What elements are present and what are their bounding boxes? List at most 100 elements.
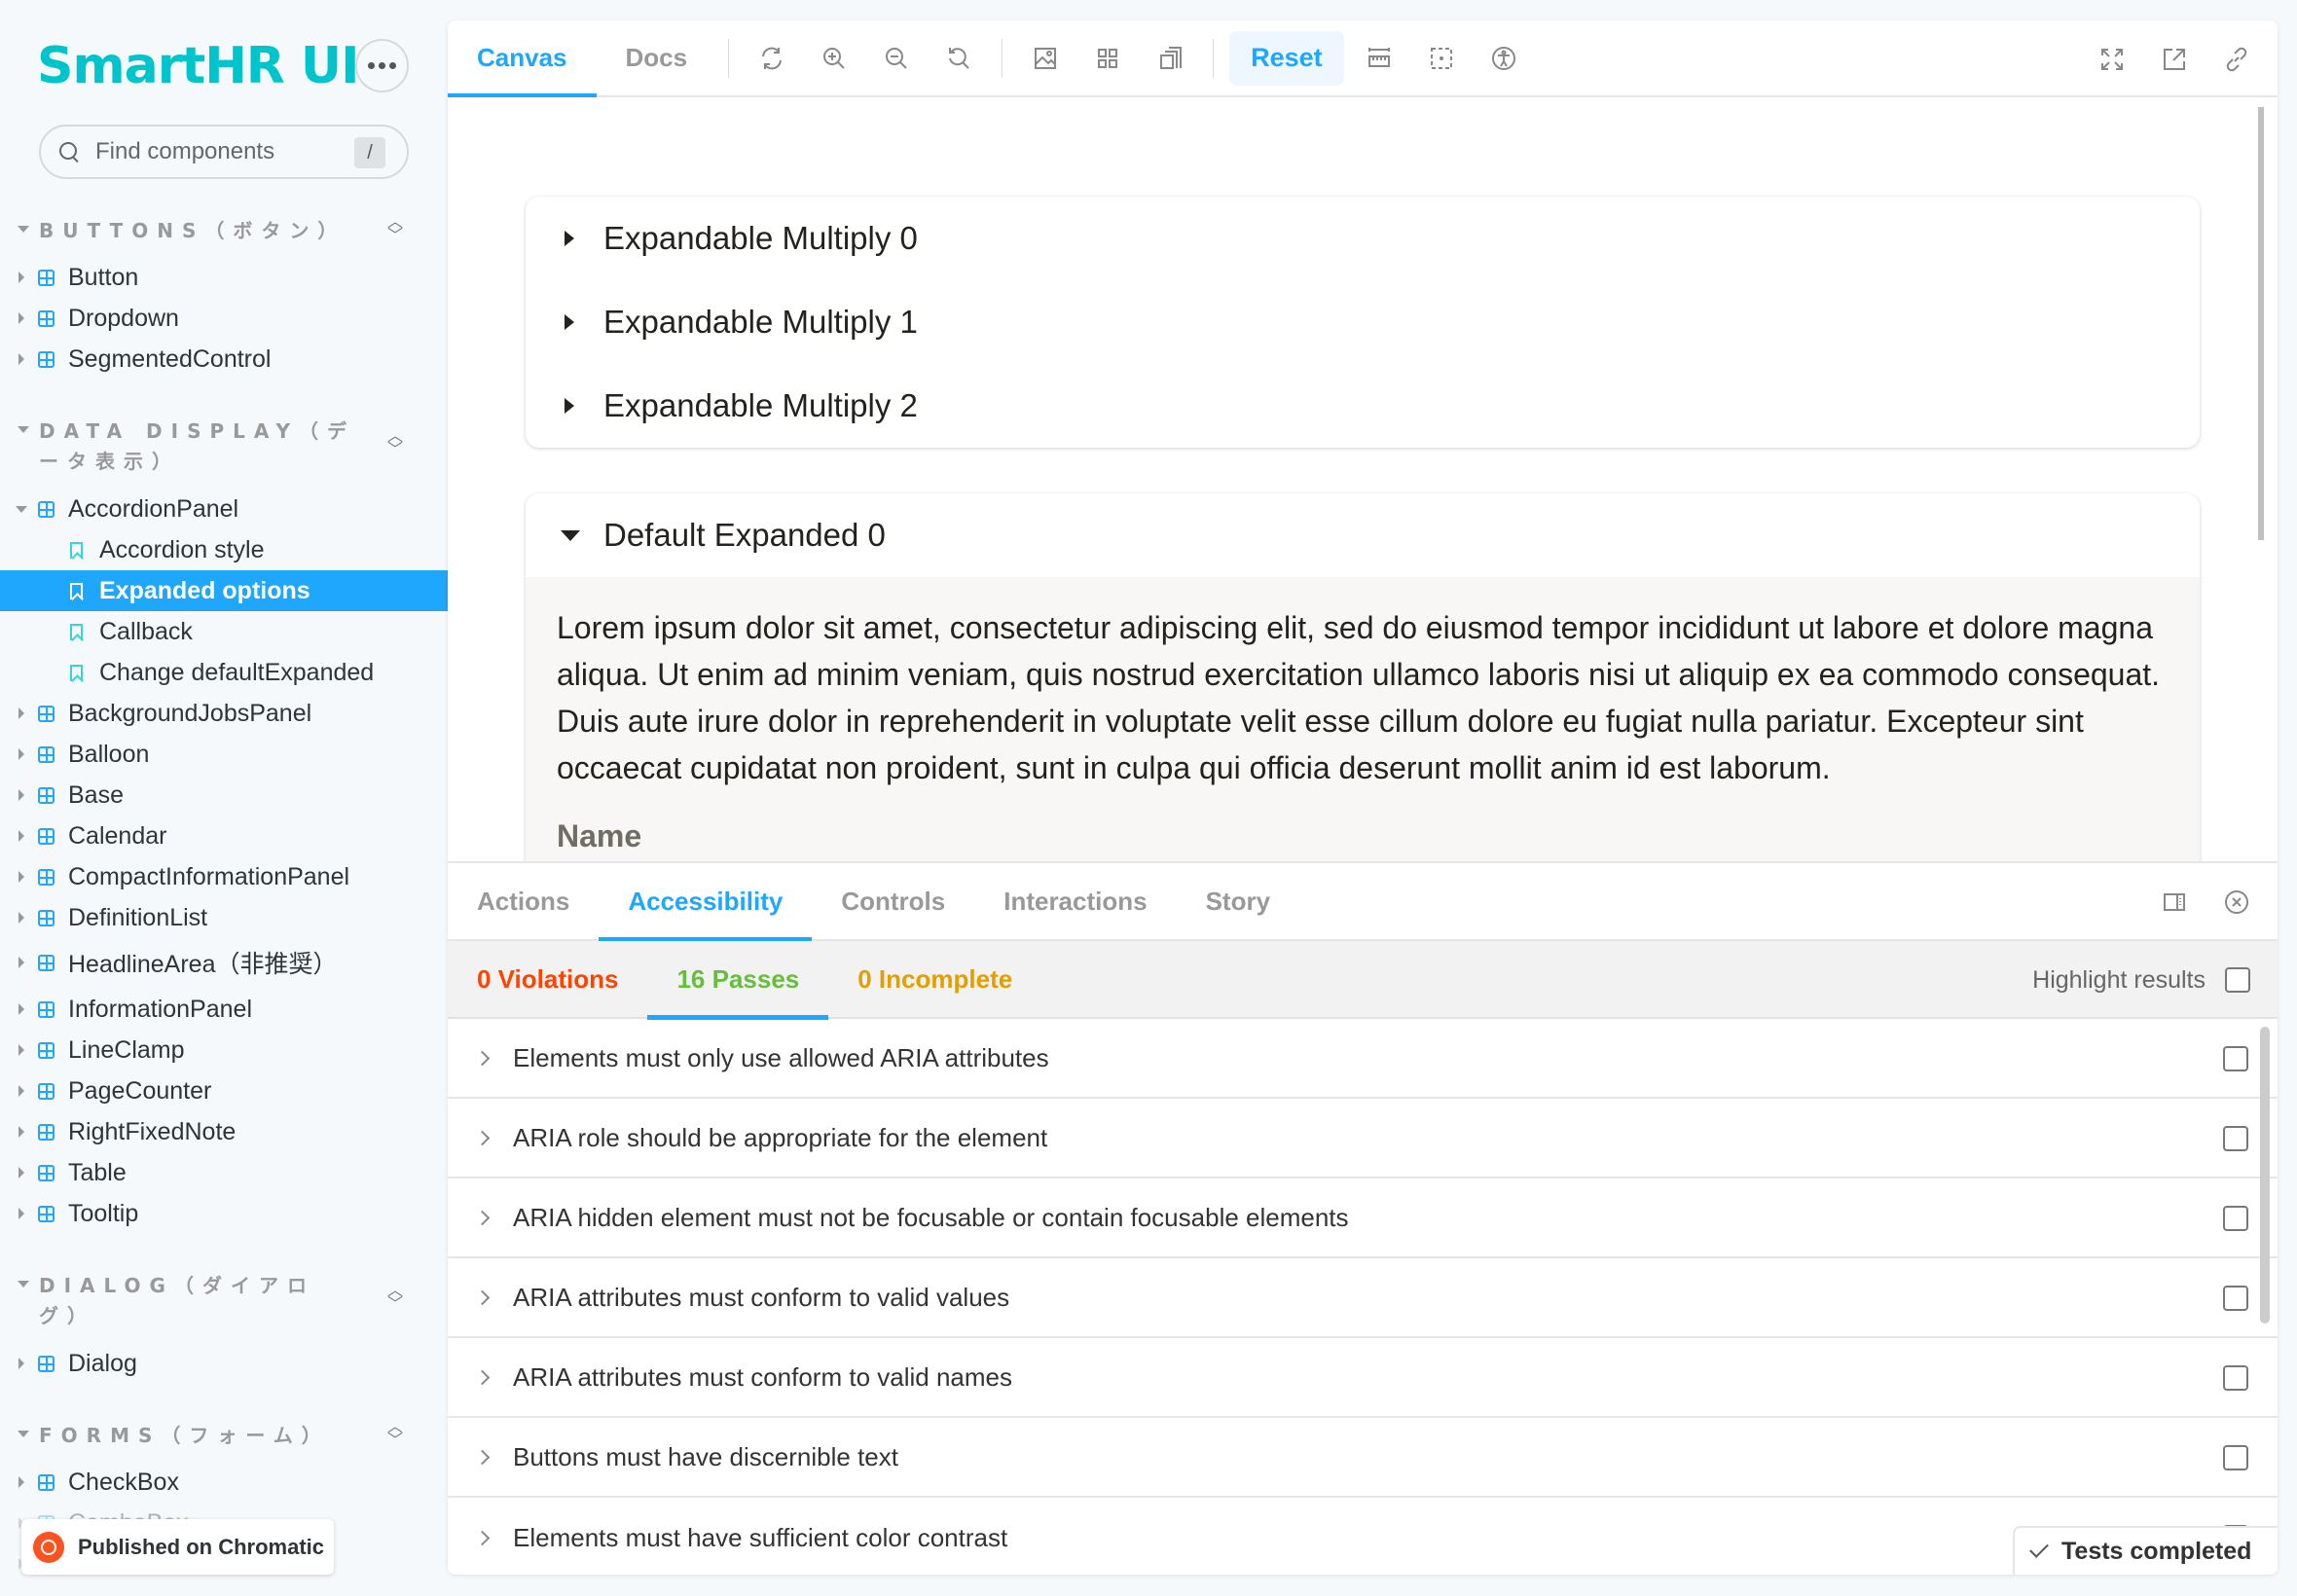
sidebar-item-compactinformationpanel[interactable]: CompactInformationPanel <box>0 856 448 897</box>
addons-scrollbar[interactable] <box>2260 1027 2270 1324</box>
panel-orientation-button[interactable] <box>2143 863 2206 940</box>
zoom-reset-button[interactable] <box>928 20 990 96</box>
fullscreen-icon <box>2101 48 2123 70</box>
caret-right-icon <box>18 353 24 365</box>
expand-collapse-icon[interactable]: ︿ ﹀ <box>385 1420 405 1452</box>
accessibility-button[interactable] <box>1473 20 1535 96</box>
rule-checkbox[interactable] <box>2223 1046 2248 1071</box>
rule-checkbox[interactable] <box>2223 1126 2248 1151</box>
rule-row[interactable]: Elements must only use allowed ARIA attr… <box>448 1019 2278 1099</box>
toolbar-divider <box>1002 38 1003 78</box>
sidebar-item-accordionpanel[interactable]: AccordionPanel <box>0 489 448 529</box>
caret-right-icon <box>18 1208 24 1219</box>
rule-label: Elements must only use allowed ARIA attr… <box>513 1042 1049 1072</box>
caret-right-icon <box>18 957 24 968</box>
sidebar-item-dialog[interactable]: Dialog <box>0 1343 448 1384</box>
open-new-tab-button[interactable] <box>2143 20 2206 97</box>
rule-checkbox[interactable] <box>2223 1206 2248 1231</box>
tab-canvas[interactable]: Canvas <box>448 20 597 98</box>
rule-row[interactable]: ARIA attributes must conform to valid na… <box>448 1338 2278 1418</box>
sidebar-item-checkbox[interactable]: CheckBox <box>0 1462 448 1503</box>
rule-row[interactable]: ARIA attributes must conform to valid va… <box>448 1258 2278 1338</box>
sidebar-item-lineclamp[interactable]: LineClamp <box>0 1030 448 1070</box>
grid-button[interactable] <box>1076 20 1139 96</box>
rule-row[interactable]: ARIA role should be appropriate for the … <box>448 1099 2278 1179</box>
highlight-results-toggle[interactable]: Highlight results <box>2032 941 2250 1019</box>
accordion-title: Expandable Multiply 2 <box>603 387 918 423</box>
accordion-item-multiply-0[interactable]: Expandable Multiply 0 <box>526 197 2200 280</box>
group-header-dialog[interactable]: DIALOG（ダイアログ） ︿ ﹀ <box>18 1271 426 1331</box>
rule-checkbox[interactable] <box>2223 1365 2248 1391</box>
tab-passes[interactable]: 16 Passes <box>647 940 829 1020</box>
highlight-checkbox[interactable] <box>2225 967 2250 993</box>
tab-interactions[interactable]: Interactions <box>974 862 1176 940</box>
zoom-out-icon <box>886 47 907 69</box>
sidebar-item-dropdown[interactable]: Dropdown <box>0 298 448 339</box>
sidebar-item-calendar[interactable]: Calendar <box>0 816 448 856</box>
measure-button[interactable] <box>1410 20 1473 96</box>
sidebar-item-tooltip[interactable]: Tooltip <box>0 1193 448 1234</box>
close-panel-button[interactable] <box>2206 863 2268 940</box>
background-button[interactable] <box>1014 20 1076 96</box>
tab-controls[interactable]: Controls <box>812 862 974 940</box>
copy-link-button[interactable] <box>2206 20 2268 97</box>
sidebar-item-button[interactable]: Button <box>0 257 448 298</box>
accordion-item-multiply-1[interactable]: Expandable Multiply 1 <box>526 280 2200 364</box>
outline-icon <box>1160 46 1183 69</box>
sidebar-item-pagecounter[interactable]: PageCounter <box>0 1070 448 1111</box>
expand-collapse-icon[interactable]: ︿ ﹀ <box>385 215 405 247</box>
group-header-data-display[interactable]: DATA DISPLAY（データ表示） ︿ ﹀ <box>18 417 426 477</box>
sidebar-item-headlinearea[interactable]: HeadlineArea（非推奨） <box>0 942 448 983</box>
group-header-forms[interactable]: FORMS（フォーム） ︿ ﹀ <box>18 1420 426 1452</box>
ruler-button[interactable] <box>1348 20 1410 96</box>
accordion-item-default-expanded-0[interactable]: Default Expanded 0 <box>526 493 2200 577</box>
sidebar-item-segmentedcontrol[interactable]: SegmentedControl <box>0 339 448 380</box>
expand-collapse-icon[interactable]: ︿ ﹀ <box>385 1284 405 1316</box>
outline-button[interactable] <box>1139 20 1201 96</box>
expand-collapse-icon[interactable]: ︿ ﹀ <box>385 429 405 461</box>
chromatic-badge[interactable]: Published on Chromatic <box>21 1519 334 1575</box>
component-icon <box>38 1000 55 1018</box>
tab-incomplete[interactable]: 0 Incomplete <box>828 940 1041 1018</box>
canvas-scrollbar[interactable] <box>2258 107 2264 540</box>
tab-docs[interactable]: Docs <box>597 20 717 96</box>
bookmark-icon <box>70 582 83 599</box>
rule-row[interactable]: ARIA hidden element must not be focusabl… <box>448 1179 2278 1258</box>
sidebar-item-definitionlist[interactable]: DefinitionList <box>0 897 448 938</box>
search-box[interactable]: / <box>39 125 409 179</box>
zoom-in-button[interactable] <box>803 20 865 96</box>
reload-icon <box>762 47 783 69</box>
toolbar-divider <box>728 38 730 78</box>
rule-row[interactable]: Elements must have sufficient color cont… <box>448 1498 2278 1575</box>
component-icon <box>38 500 55 518</box>
zoom-out-button[interactable] <box>865 20 928 96</box>
rule-checkbox[interactable] <box>2223 1286 2248 1311</box>
item-label: CompactInformationPanel <box>68 862 350 890</box>
item-label: AccordionPanel <box>68 494 239 523</box>
tab-actions[interactable]: Actions <box>448 862 599 940</box>
rule-checkbox[interactable] <box>2223 1445 2248 1470</box>
sidebar-item-table[interactable]: Table <box>0 1152 448 1193</box>
tab-accessibility[interactable]: Accessibility <box>599 862 813 942</box>
reload-button[interactable] <box>741 20 803 96</box>
sidebar-item-balloon[interactable]: Balloon <box>0 734 448 775</box>
sidebar-story-expanded-options[interactable]: Expanded options <box>0 570 448 611</box>
accordion-item-multiply-2[interactable]: Expandable Multiply 2 <box>526 364 2200 448</box>
group-header-buttons[interactable]: BUTTONS（ボタン） ︿ ﹀ <box>18 215 426 247</box>
app-logo[interactable]: SmartHR UI <box>37 37 359 95</box>
item-label: Tooltip <box>68 1199 139 1227</box>
sidebar-item-rightfixednote[interactable]: RightFixedNote <box>0 1111 448 1152</box>
sidebar-item-backgroundjobspanel[interactable]: BackgroundJobsPanel <box>0 693 448 734</box>
tab-violations[interactable]: 0 Violations <box>448 940 647 1018</box>
sidebar-story-accordion-style[interactable]: Accordion style <box>0 529 448 570</box>
sidebar-item-informationpanel[interactable]: InformationPanel <box>0 989 448 1030</box>
reset-button[interactable]: Reset <box>1229 30 1344 86</box>
sidebar-story-change-defaultexpanded[interactable]: Change defaultExpanded <box>0 652 448 693</box>
sidebar-item-base[interactable]: Base <box>0 775 448 816</box>
fullscreen-button[interactable] <box>2081 20 2143 97</box>
more-menu-button[interactable] <box>355 39 409 92</box>
sidebar-story-callback[interactable]: Callback <box>0 611 448 652</box>
tab-story[interactable]: Story <box>1177 862 1299 940</box>
rule-row[interactable]: Buttons must have discernible text <box>448 1418 2278 1498</box>
search-input[interactable] <box>95 138 339 165</box>
